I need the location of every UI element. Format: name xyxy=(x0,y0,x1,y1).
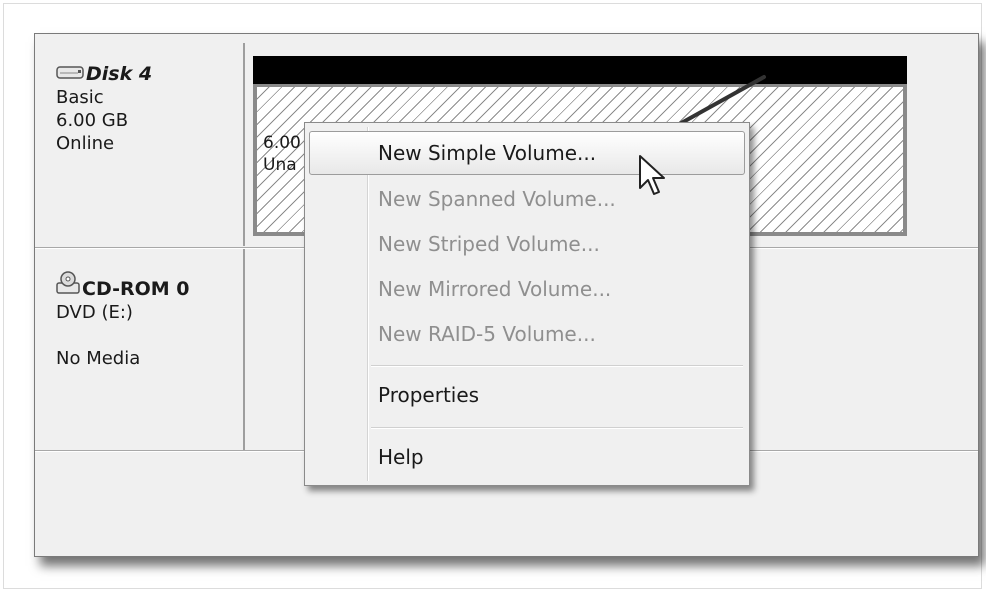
cd-rom-0-label[interactable]: CD-ROM 0 DVD (E:) No Media xyxy=(35,249,245,450)
menu-separator-highlight xyxy=(371,428,743,429)
disk-status: Online xyxy=(56,133,115,154)
disk-type: Basic xyxy=(56,87,104,108)
disk-name: Disk 4 xyxy=(86,63,153,85)
menu-item-properties[interactable]: Properties xyxy=(309,373,745,417)
cd-drive: DVD (E:) xyxy=(56,302,133,323)
volume-size-text: 6.00 xyxy=(263,133,301,153)
menu-separator-highlight xyxy=(371,366,743,367)
hard-disk-icon xyxy=(56,63,84,86)
menu-item-new-raid5-volume[interactable]: New RAID-5 Volume... xyxy=(309,312,745,356)
context-menu: New Simple Volume... New Spanned Volume.… xyxy=(304,122,750,486)
menu-item-new-spanned-volume[interactable]: New Spanned Volume... xyxy=(309,177,745,221)
cd-media: No Media xyxy=(56,348,141,369)
menu-item-help[interactable]: Help xyxy=(309,435,745,479)
disk-size: 6.00 GB xyxy=(56,110,129,131)
mouse-pointer-icon xyxy=(639,155,665,195)
volume-state-text: Una xyxy=(263,155,297,175)
menu-item-new-simple-volume[interactable]: New Simple Volume... xyxy=(309,131,745,175)
cd-rom-icon xyxy=(56,271,80,301)
cd-rom-name: CD-ROM 0 xyxy=(82,278,190,300)
disk-4-label[interactable]: Disk 4 Basic 6.00 GB Online xyxy=(35,43,245,246)
menu-item-new-striped-volume[interactable]: New Striped Volume... xyxy=(309,222,745,266)
menu-item-new-mirrored-volume[interactable]: New Mirrored Volume... xyxy=(309,267,745,311)
volume-header-bar xyxy=(253,56,907,84)
